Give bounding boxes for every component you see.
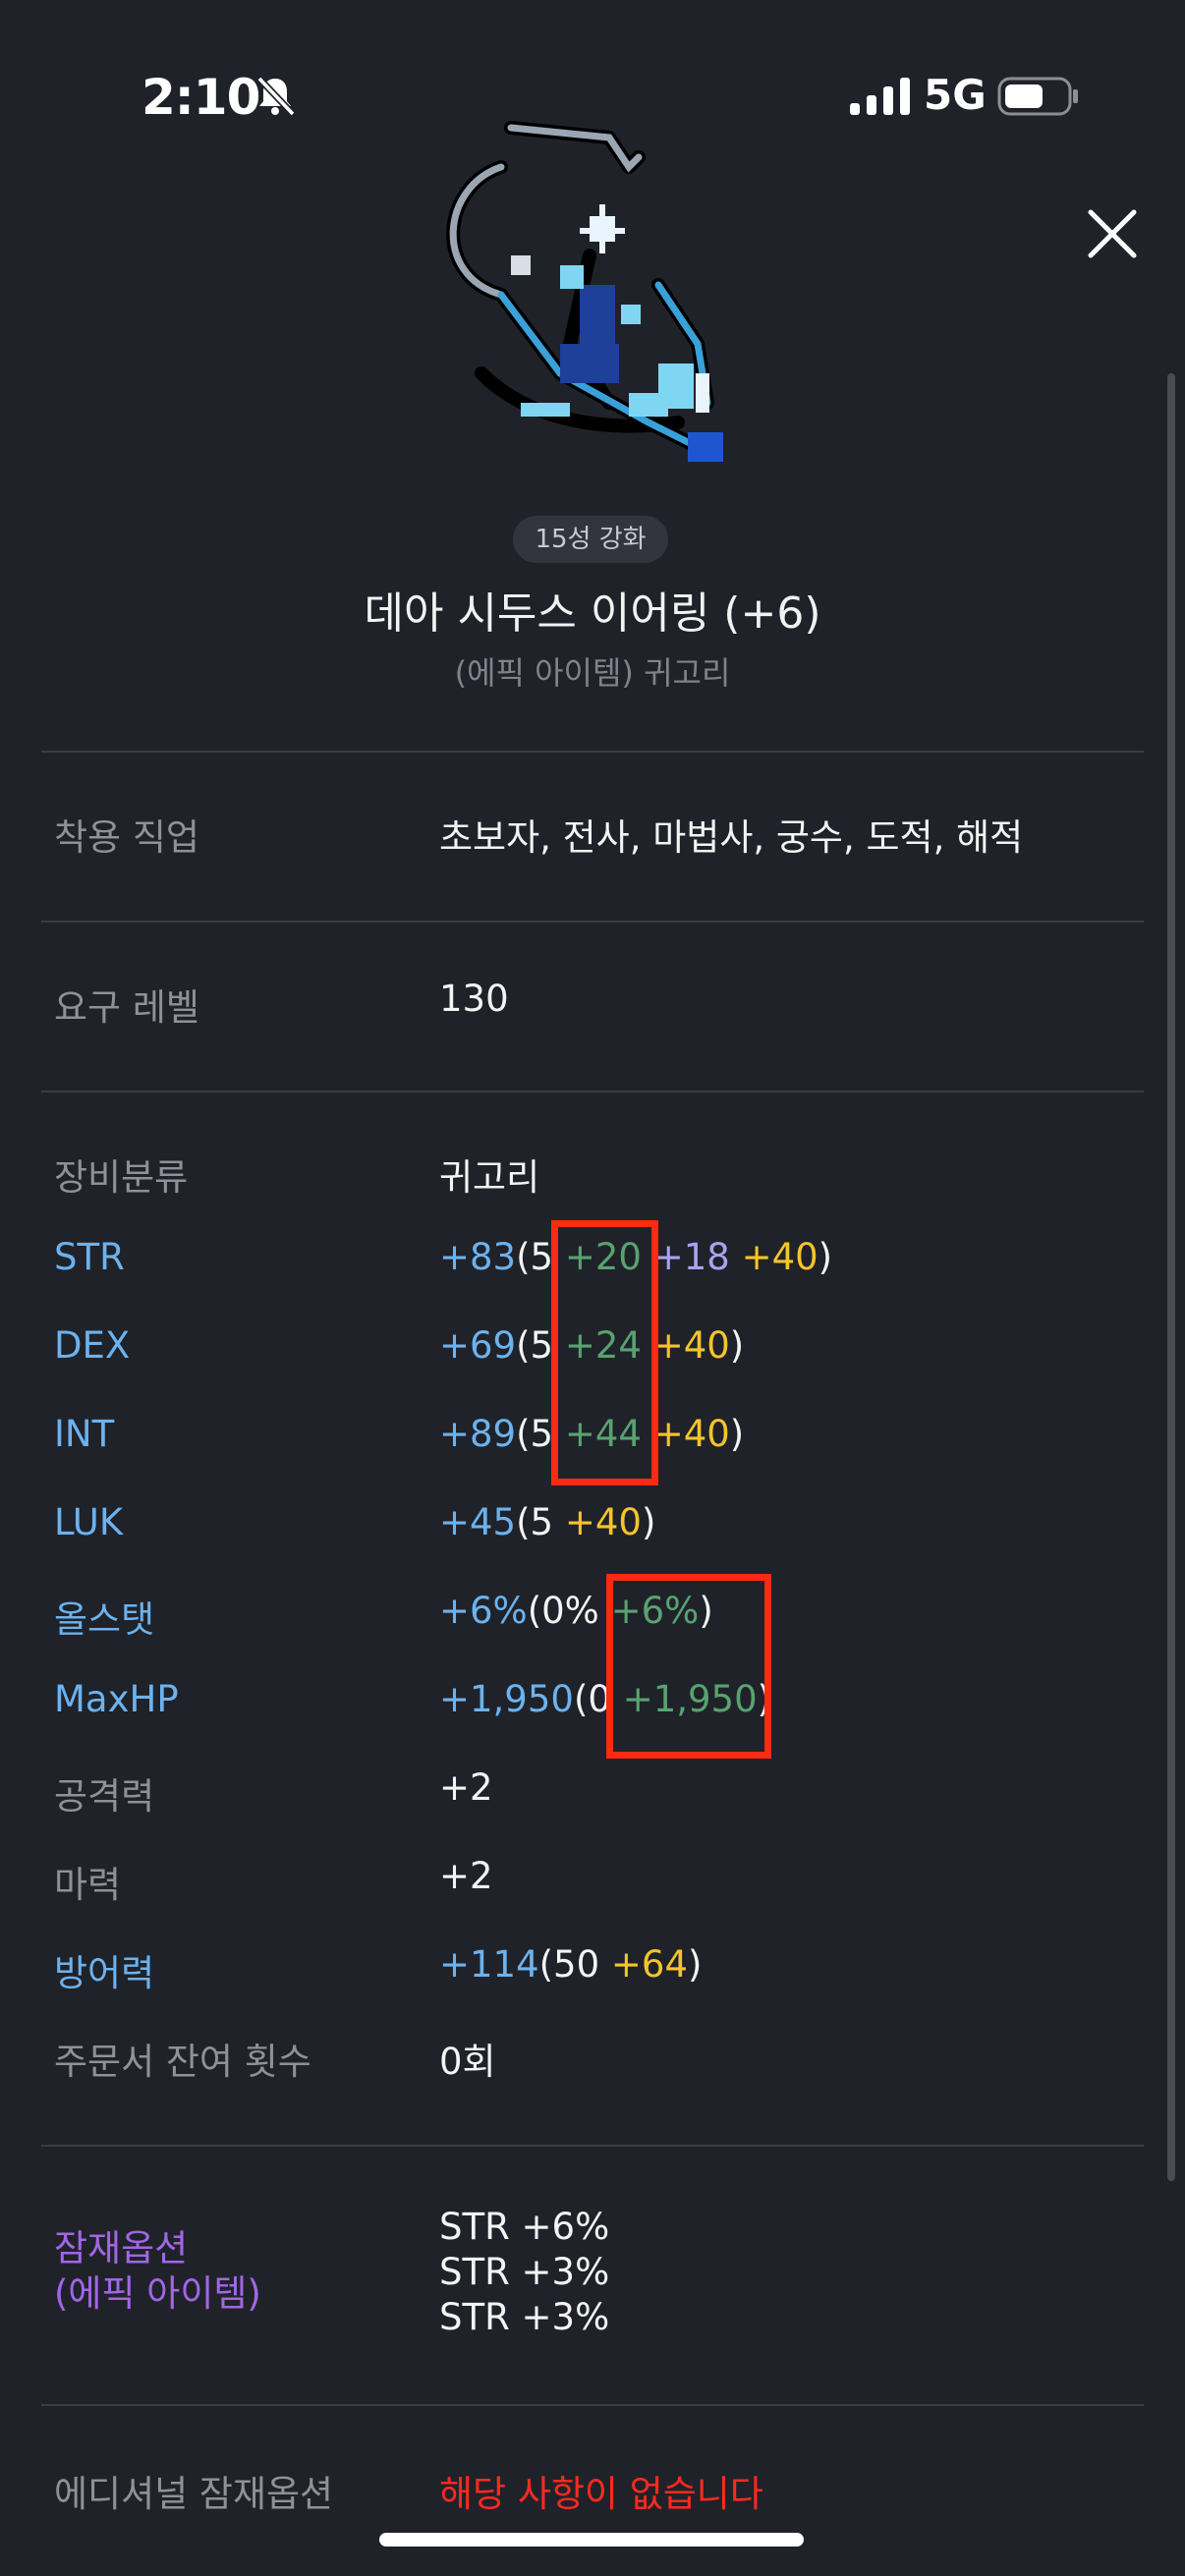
category-value: 귀고리	[439, 1156, 540, 1199]
job-value: 초보자, 전사, 마법사, 궁수, 도적, 해적	[439, 816, 1024, 859]
int-total: +89	[439, 1413, 517, 1455]
item-subtitle: (에픽 아이템) 귀고리	[454, 654, 731, 692]
luk-value: +45(5 +40)	[439, 1501, 655, 1543]
divider	[41, 921, 1144, 923]
luk-base: (5	[516, 1501, 565, 1543]
network-type: 5G	[924, 71, 987, 119]
item-detail-screen: 2:10 5G 15성 강화 데아 시두스 이어링 (+6) (에픽 아이템) …	[0, 0, 1185, 2576]
item-title: 데아 시두스 이어링 (+6)	[364, 588, 821, 639]
potential-line: STR +3%	[439, 2251, 610, 2293]
defense-total: +114	[439, 1943, 539, 1986]
attack-value: +2	[439, 1766, 493, 1809]
luk-close: )	[641, 1501, 656, 1543]
defense-value: +114(50 +64)	[439, 1943, 702, 1986]
dex-close: )	[729, 1324, 745, 1367]
cellular-signal-icon	[850, 76, 910, 115]
category-label: 장비분류	[54, 1156, 189, 1199]
defense-close: )	[688, 1943, 703, 1986]
allstat-total: +6%	[439, 1590, 528, 1632]
dex-label: DEX	[54, 1324, 131, 1367]
divider	[41, 751, 1144, 753]
level-label: 요구 레벨	[54, 986, 199, 1029]
job-label: 착용 직업	[54, 816, 199, 859]
int-close: )	[729, 1413, 745, 1455]
str-label: STR	[54, 1236, 125, 1278]
scroll-label: 주문서 잔여 횟수	[54, 2041, 311, 2083]
str-star: +18	[652, 1236, 730, 1278]
attack-label: 공격력	[54, 1775, 155, 1818]
magic-value: +2	[439, 1855, 493, 1897]
str-enhance: +40	[741, 1236, 818, 1278]
scroll-value: 0회	[439, 2041, 496, 2083]
potential-line: STR +6%	[439, 2206, 610, 2248]
scrollbar[interactable]	[1167, 373, 1175, 2181]
home-indicator[interactable]	[379, 2533, 804, 2547]
dex-total: +69	[439, 1324, 517, 1367]
allstat-label: 올스탯	[54, 1598, 155, 1641]
luk-total: +45	[439, 1501, 517, 1543]
level-value: 130	[439, 978, 509, 1020]
allstat-base: (0%	[527, 1590, 611, 1632]
divider	[41, 2404, 1144, 2406]
defense-enhance: +64	[610, 1943, 688, 1986]
additional-potential-value: 해당 사항이 없습니다	[439, 2473, 763, 2515]
luk-label: LUK	[54, 1501, 124, 1543]
potential-label-line1: 잠재옵션	[54, 2227, 189, 2269]
star-force-badge: 15성 강화	[513, 516, 668, 563]
potential-values: STR +6% STR +3% STR +3%	[439, 2205, 609, 2340]
luk-enhance: +40	[564, 1501, 642, 1543]
magic-label: 마력	[54, 1864, 122, 1906]
defense-base: (50	[538, 1943, 611, 1986]
int-enhance: +40	[652, 1413, 730, 1455]
dex-enhance: +40	[652, 1324, 730, 1367]
bell-off-icon	[256, 76, 296, 117]
battery-icon	[997, 77, 1078, 116]
potential-label-line2: (에픽 아이템)	[54, 2272, 261, 2315]
highlight-box-hp-bonus	[606, 1574, 771, 1759]
divider	[41, 1091, 1144, 1092]
potential-line: STR +3%	[439, 2296, 610, 2338]
int-label: INT	[54, 1413, 115, 1455]
earring-item-image	[446, 121, 723, 462]
close-icon[interactable]	[1081, 202, 1144, 265]
status-time: 2:10	[141, 69, 260, 126]
highlight-box-stat-bonus	[551, 1220, 658, 1485]
divider	[41, 2145, 1144, 2147]
str-total: +83	[439, 1236, 517, 1278]
additional-potential-label: 에디셔널 잠재옵션	[54, 2473, 334, 2515]
maxhp-label: MaxHP	[54, 1678, 179, 1720]
defense-label: 방어력	[54, 1952, 155, 1994]
potential-label: 잠재옵션 (에픽 아이템)	[54, 2226, 261, 2317]
maxhp-total: +1,950	[439, 1678, 574, 1720]
str-close: )	[818, 1236, 833, 1278]
